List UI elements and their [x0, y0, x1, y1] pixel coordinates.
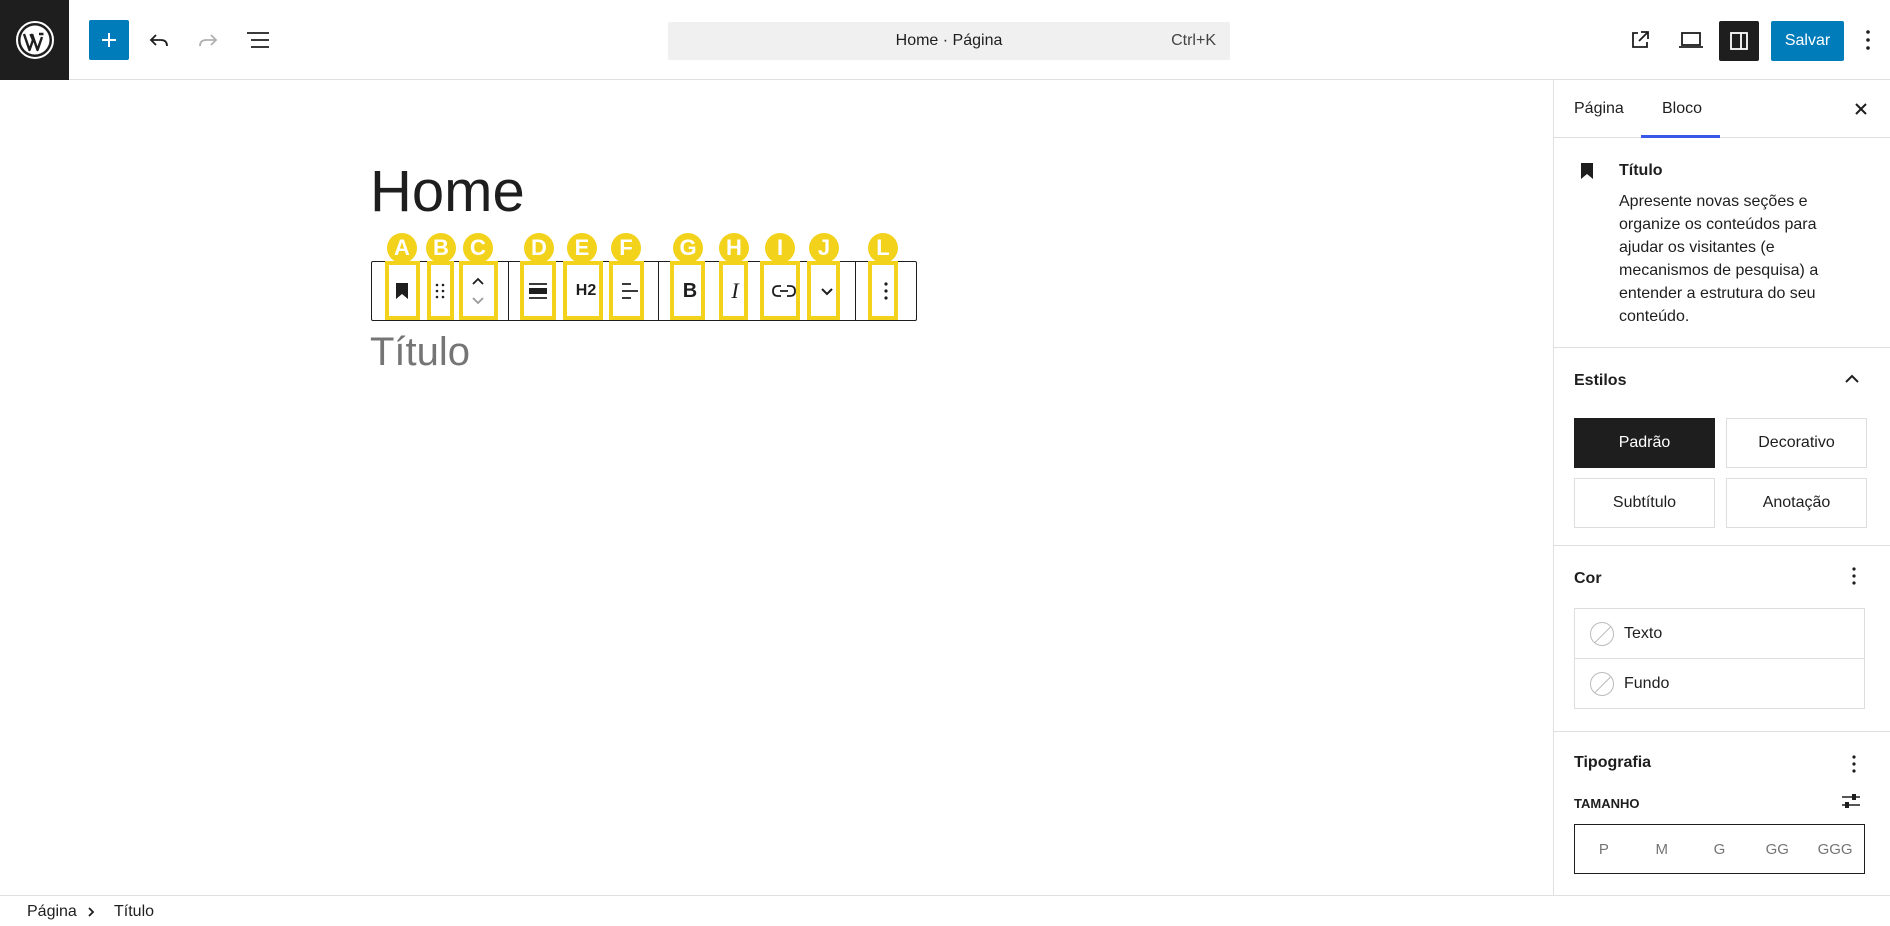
- more-vertical-icon[interactable]: [1851, 754, 1857, 774]
- chevron-right-icon: [88, 907, 95, 917]
- toolbar-divider: [508, 262, 509, 320]
- style-subtitle-button[interactable]: Subtítulo: [1574, 478, 1715, 528]
- empty-swatch-icon: [1590, 671, 1614, 696]
- mark-label-g: G: [673, 233, 703, 263]
- empty-swatch-icon: [1590, 621, 1614, 646]
- heading-block-placeholder[interactable]: Título: [370, 330, 470, 375]
- tab-page[interactable]: Página: [1574, 80, 1624, 138]
- background-color-item[interactable]: Fundo: [1574, 658, 1865, 709]
- bookmark-icon: [1581, 163, 1593, 179]
- wordpress-icon: [15, 21, 54, 59]
- styles-panel: Estilos Padrão Decorativo Subtítulo Anot…: [1554, 348, 1890, 546]
- color-panel-title: Cor: [1574, 570, 1602, 587]
- mark-label-j: J: [809, 233, 839, 263]
- block-card: Título Apresente novas seções e organize…: [1554, 138, 1890, 348]
- undo-icon: [149, 34, 168, 47]
- chevron-up-icon[interactable]: [1844, 373, 1860, 385]
- sidebar-icon: [1730, 32, 1748, 50]
- settings-toggle-button[interactable]: [1719, 21, 1759, 61]
- toolbar-divider: [855, 262, 856, 320]
- settings-sidebar: Página Bloco Título Apresente novas seçõ…: [1553, 80, 1890, 895]
- more-vertical-icon[interactable]: [1851, 566, 1857, 586]
- page-title[interactable]: Home: [370, 158, 525, 225]
- font-size-picker: P M G GG GGG: [1574, 824, 1865, 874]
- mark-label-c: C: [463, 233, 493, 263]
- mark-label-e: E: [567, 233, 597, 263]
- block-card-title: Título: [1619, 162, 1663, 179]
- size-option[interactable]: GGG: [1806, 825, 1864, 873]
- add-block-button[interactable]: [89, 20, 129, 60]
- toolbar-divider: [658, 262, 659, 320]
- size-option[interactable]: P: [1575, 825, 1633, 873]
- save-button[interactable]: Salvar: [1771, 21, 1844, 61]
- undo-button[interactable]: [139, 20, 179, 60]
- block-breadcrumb: Página Título: [0, 895, 1890, 926]
- plus-icon: [102, 33, 116, 47]
- mark-label-a: A: [387, 233, 417, 263]
- mark-box-f: [609, 261, 644, 320]
- command-palette-bar[interactable]: Home · Página Ctrl+K: [668, 22, 1230, 60]
- style-default-button[interactable]: Padrão: [1574, 418, 1715, 468]
- color-panel: Cor Texto Fundo: [1554, 546, 1890, 732]
- options-menu-button[interactable]: [1853, 20, 1883, 60]
- mark-box-e: [563, 261, 603, 320]
- mark-box-i: [760, 261, 800, 320]
- wordpress-logo-button[interactable]: [0, 0, 69, 80]
- breadcrumb-heading: Título: [114, 903, 155, 920]
- breadcrumb-page[interactable]: Página: [27, 896, 77, 926]
- size-option[interactable]: M: [1633, 825, 1691, 873]
- size-option[interactable]: G: [1691, 825, 1749, 873]
- block-card-description: Apresente novas seções e organize os con…: [1619, 193, 1819, 325]
- mark-box-h: [719, 261, 748, 320]
- sliders-icon[interactable]: [1840, 792, 1862, 810]
- mark-label-d: D: [524, 233, 554, 263]
- style-decorative-button[interactable]: Decorativo: [1726, 418, 1867, 468]
- size-option[interactable]: GG: [1748, 825, 1806, 873]
- mark-box-g: [670, 261, 705, 320]
- close-sidebar-button[interactable]: [1846, 94, 1876, 124]
- document-overview-button[interactable]: [238, 20, 278, 60]
- redo-icon: [199, 34, 218, 47]
- mark-label-l: L: [868, 233, 898, 263]
- mark-box-d: [520, 261, 556, 320]
- editor-header: Home · Página Ctrl+K Salvar: [0, 0, 1890, 80]
- mark-box-l: [868, 261, 898, 320]
- style-annotation-button[interactable]: Anotação: [1726, 478, 1867, 528]
- text-color-label: Texto: [1624, 624, 1663, 642]
- redo-button[interactable]: [188, 20, 228, 60]
- mark-label-f: F: [611, 233, 641, 263]
- sidebar-tabs: Página Bloco: [1554, 80, 1890, 138]
- device-preview-button[interactable]: [1671, 20, 1711, 60]
- mark-box-c: [459, 261, 498, 320]
- shortcut-hint: Ctrl+K: [1171, 32, 1216, 49]
- typography-title: Tipografia: [1574, 754, 1652, 771]
- text-color-item[interactable]: Texto: [1574, 608, 1865, 659]
- external-link-icon: [1632, 31, 1649, 48]
- more-vertical-icon: [1866, 30, 1870, 50]
- mark-label-h: H: [719, 233, 749, 263]
- styles-panel-title[interactable]: Estilos: [1574, 372, 1626, 390]
- mark-box-a: [385, 261, 420, 320]
- close-icon: [1855, 103, 1867, 115]
- tab-block[interactable]: Bloco: [1662, 80, 1702, 138]
- document-title: Home · Página: [895, 32, 1003, 49]
- list-view-icon: [247, 32, 269, 48]
- mark-label-b: B: [426, 233, 456, 263]
- mark-box-j: [807, 261, 840, 320]
- desktop-icon: [1679, 32, 1703, 48]
- editor-canvas: Home H2 B I A B C D E F G H I J L Título: [0, 80, 1553, 895]
- mark-label-i: I: [765, 233, 795, 263]
- size-label: TAMANHO: [1574, 796, 1640, 811]
- view-page-button[interactable]: [1620, 20, 1660, 60]
- mark-box-b: [427, 261, 454, 320]
- background-color-label: Fundo: [1624, 674, 1670, 692]
